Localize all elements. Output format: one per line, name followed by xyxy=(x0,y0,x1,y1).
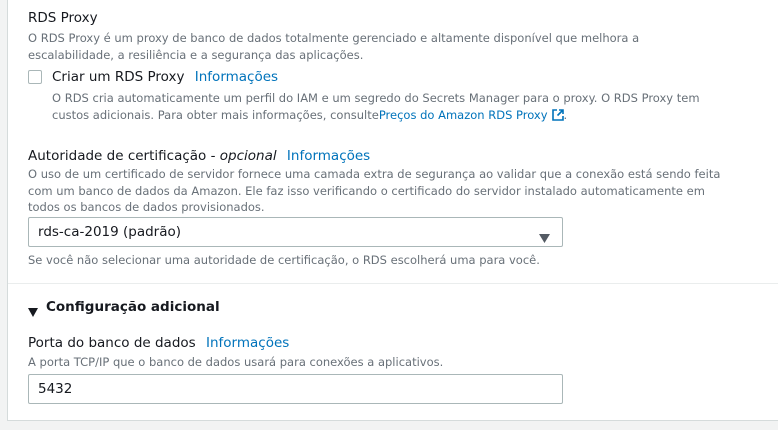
ca-optional-text: opcional xyxy=(219,148,277,164)
additional-config-title[interactable]: Configuração adicional xyxy=(46,299,220,315)
port-label-text: Porta do banco de dados xyxy=(28,335,196,351)
create-rds-proxy-label[interactable]: Criar um RDS Proxy Informações xyxy=(52,69,278,85)
checkbox-label-text[interactable]: Criar um RDS Proxy xyxy=(52,69,184,85)
rds-proxy-title: RDS Proxy xyxy=(28,10,98,26)
section-divider xyxy=(8,283,778,284)
caret-down-icon xyxy=(539,228,550,247)
rds-proxy-description: O RDS Proxy é um proxy de banco de dados… xyxy=(28,31,640,62)
rds-proxy-note: O RDS cria automaticamente um perfil do … xyxy=(52,90,732,125)
note-period: . xyxy=(563,107,568,122)
ca-description: O uso de um certificado de servidor forn… xyxy=(28,167,721,214)
ca-select[interactable]: rds-ca-2019 (padrão) xyxy=(28,217,563,247)
caret-down-icon xyxy=(28,302,38,321)
ca-select-value: rds-ca-2019 (padrão) xyxy=(38,224,182,240)
ca-info-link[interactable]: Informações xyxy=(287,148,370,164)
database-port-input[interactable]: 5432 xyxy=(28,374,563,404)
rds-proxy-info-link[interactable]: Informações xyxy=(195,69,278,85)
port-description: A porta TCP/IP que o banco de dados usar… xyxy=(28,355,444,369)
certificate-authority-label: Autoridade de certificação - opcional In… xyxy=(28,148,370,164)
ca-label-text: Autoridade de certificação - xyxy=(28,148,216,164)
rds-proxy-note-text: O RDS cria automaticamente um perfil do … xyxy=(52,91,700,122)
external-link-icon[interactable] xyxy=(551,108,564,126)
port-info-link[interactable]: Informações xyxy=(206,335,289,351)
database-port-value[interactable]: 5432 xyxy=(38,381,72,397)
settings-panel: RDS Proxy O RDS Proxy é um proxy de banc… xyxy=(7,0,778,421)
create-rds-proxy-checkbox[interactable] xyxy=(28,70,42,84)
ca-hint: Se você não selecionar uma autoridade de… xyxy=(28,253,540,267)
rds-proxy-pricing-link[interactable]: Preços do Amazon RDS Proxy xyxy=(379,108,548,122)
database-port-label: Porta do banco de dados Informações xyxy=(28,335,289,351)
